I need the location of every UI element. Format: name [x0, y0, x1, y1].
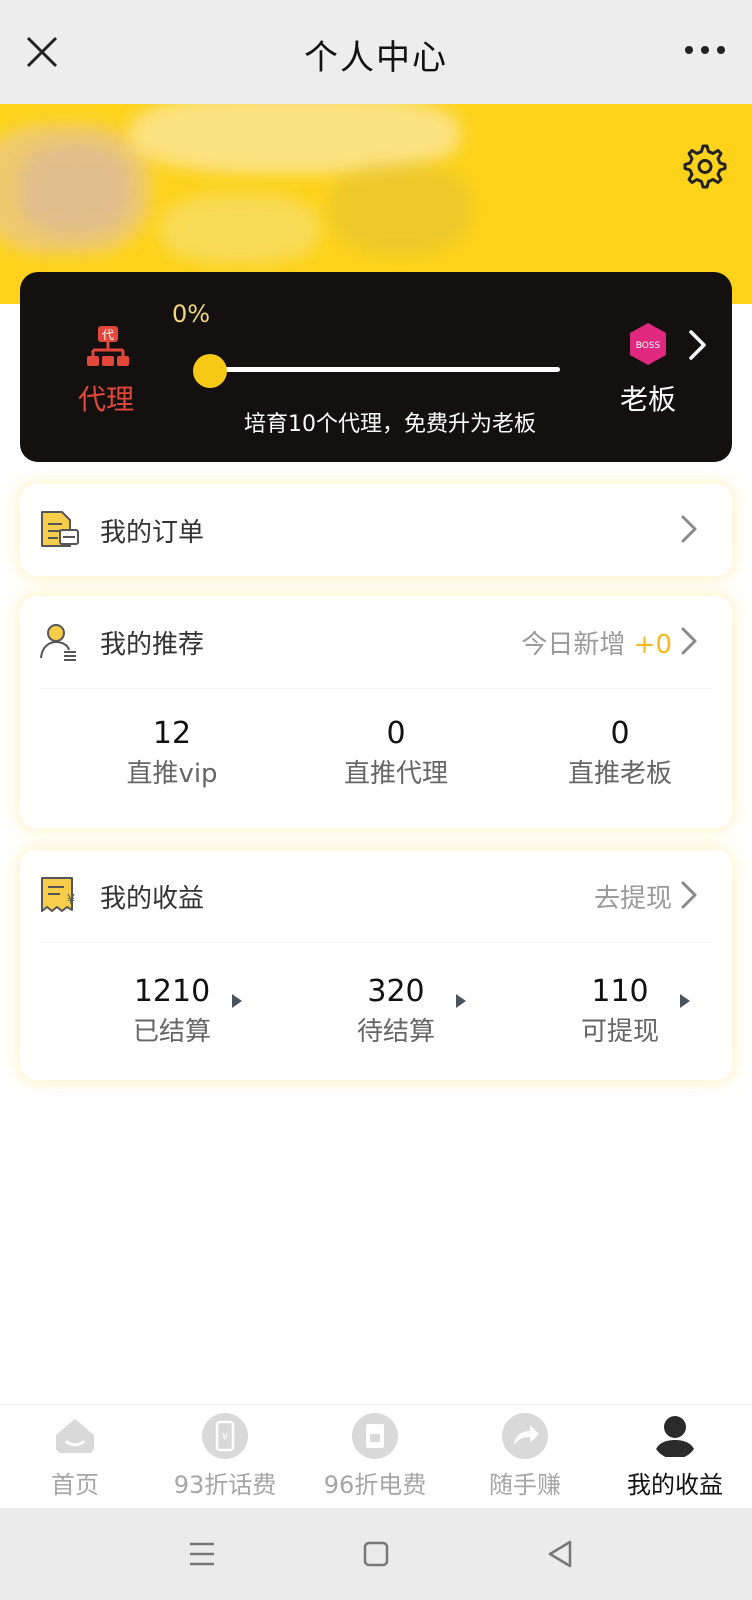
stat-withdrawable[interactable]: 110 可提现 — [540, 972, 700, 1052]
chevron-right-icon — [681, 515, 697, 543]
agent-level-icon: 代 — [87, 326, 129, 366]
upgrade-hint: 培育10个代理，免费升为老板 — [244, 412, 536, 437]
title-bar: 个人中心 — [0, 0, 752, 104]
divider — [40, 942, 712, 943]
progress-knob[interactable] — [193, 354, 227, 388]
tab-home[interactable]: 首页 — [0, 1405, 150, 1509]
phone-icon: ¥ — [202, 1413, 248, 1459]
referrals-row[interactable]: 我的推荐 今日新增 +0 — [20, 596, 732, 686]
stat-label: 直推代理 — [343, 759, 448, 789]
tab-label: 96折电费 — [323, 1471, 427, 1499]
chevron-right-icon[interactable] — [686, 328, 710, 362]
stat-direct-vip[interactable]: 12 直推vip — [92, 714, 252, 794]
withdraw-link[interactable]: 去提现 — [594, 878, 672, 915]
tab-label: 首页 — [51, 1471, 99, 1499]
progress-track — [210, 367, 560, 372]
stat-label: 可提现 — [580, 1017, 659, 1047]
back-icon[interactable] — [540, 1534, 580, 1574]
svg-text:¥: ¥ — [67, 893, 75, 908]
referrals-title: 我的推荐 — [100, 630, 205, 660]
stat-value: 0 — [386, 716, 406, 751]
tab-label: 随手赚 — [489, 1471, 561, 1499]
boss-level-icon: BOSS — [630, 323, 666, 365]
play-arrow-icon — [680, 994, 690, 1008]
receipt-icon: ¥ — [41, 877, 75, 912]
orders-title: 我的订单 — [100, 518, 205, 548]
user-icon — [40, 624, 76, 661]
share-icon — [502, 1413, 548, 1459]
stat-direct-agent[interactable]: 0 直推代理 — [316, 714, 476, 794]
stat-pending[interactable]: 320 待结算 — [316, 972, 476, 1052]
page-title: 个人中心 — [304, 38, 448, 78]
stat-settled[interactable]: 1210 已结算 — [92, 972, 252, 1052]
svg-text:代: 代 — [102, 328, 114, 342]
earnings-card: ¥ 我的收益 去提现 1210 已结算 320 待结算 110 可提现 — [20, 850, 732, 1080]
more-icon[interactable] — [680, 30, 730, 70]
stat-value: 1210 — [133, 974, 211, 1009]
settings-icon[interactable] — [678, 140, 728, 190]
orders-row[interactable]: 我的订单 — [20, 484, 732, 574]
tab-earn[interactable]: 随手赚 — [450, 1405, 600, 1509]
order-document-icon — [41, 511, 79, 547]
info-blur-2 — [160, 194, 320, 264]
earnings-title: 我的收益 — [100, 884, 205, 914]
bottom-tab-bar: 首页 ¥ 93折话费 96折电费 随手赚 我的收益 — [0, 1404, 752, 1508]
stat-label: 直推vip — [126, 759, 218, 789]
today-new-label: 今日新增 — [521, 630, 626, 660]
stat-label: 已结算 — [132, 1017, 211, 1047]
tab-electricity[interactable]: 96折电费 — [300, 1405, 450, 1509]
info-blur — [330, 164, 470, 254]
stat-direct-boss[interactable]: 0 直推老板 — [540, 714, 700, 794]
level-progress-card: 代 代理 0% 培育10个代理，免费升为老板 BOSS 老板 — [20, 272, 732, 462]
chevron-right-icon — [681, 627, 697, 655]
tab-label: 我的收益 — [627, 1471, 723, 1499]
chevron-right-icon — [681, 881, 697, 909]
stat-value: 12 — [152, 716, 192, 751]
orders-card: 我的订单 — [20, 484, 732, 576]
stat-value: 0 — [610, 716, 630, 751]
tab-phone-bill[interactable]: ¥ 93折话费 — [150, 1405, 300, 1509]
stat-label: 待结算 — [356, 1017, 435, 1047]
tab-my-earnings[interactable]: 我的收益 — [600, 1405, 750, 1509]
today-new: 今日新增 +0 — [521, 624, 672, 661]
stat-label: 直推老板 — [567, 759, 672, 789]
next-level-label: 老板 — [620, 383, 677, 416]
play-arrow-icon — [456, 994, 466, 1008]
divider — [40, 688, 712, 689]
today-new-value: +0 — [633, 630, 672, 660]
svg-text:BOSS: BOSS — [636, 341, 661, 351]
menu-icon[interactable] — [182, 1534, 222, 1574]
avatar-blur — [20, 144, 130, 234]
electricity-icon — [352, 1413, 398, 1459]
home-square-icon[interactable] — [356, 1534, 396, 1574]
svg-text:¥: ¥ — [222, 1432, 228, 1443]
home-icon — [56, 1419, 94, 1453]
profile-icon — [654, 1416, 696, 1457]
tab-label: 93折话费 — [173, 1471, 277, 1499]
stat-value: 110 — [591, 974, 649, 1009]
stat-value: 320 — [367, 974, 425, 1009]
play-arrow-icon — [232, 994, 242, 1008]
earnings-row[interactable]: ¥ 我的收益 去提现 — [20, 850, 732, 940]
progress-percent: 0% — [172, 300, 211, 328]
referrals-card: 我的推荐 今日新增 +0 12 直推vip 0 直推代理 0 直推老板 — [20, 596, 732, 828]
system-nav-bar — [0, 1508, 752, 1600]
